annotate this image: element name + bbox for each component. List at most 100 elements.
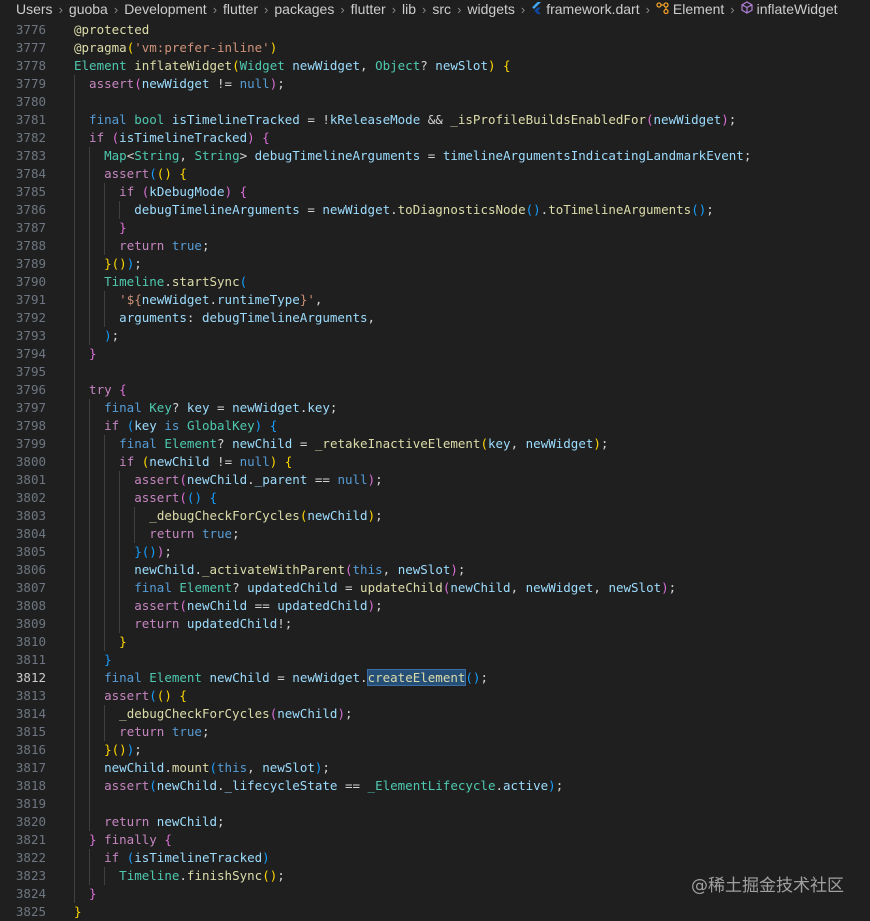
code-line[interactable]: 3811} [0,651,870,669]
indent-guide [74,777,75,795]
indent-guide [74,543,75,561]
code-line[interactable]: 3794} [0,345,870,363]
chevron-right-icon: › [391,1,397,17]
code-line[interactable]: 3778 Element inflateWidget(Widget newWidg… [0,57,870,75]
code-line[interactable]: 3784 assert(() { [0,165,870,183]
code-line[interactable]: 3815 return true; [0,723,870,741]
code-line[interactable]: 3777 @pragma('vm:prefer-inline') [0,39,870,57]
indent-guide [89,543,91,561]
breadcrumb-item[interactable]: framework.dart [531,1,640,17]
code-line[interactable]: 3822 if (isTimelineTracked) [0,849,870,867]
code-token: Object [375,58,421,73]
code-line[interactable]: 3789}()); [0,255,870,273]
code-line[interactable]: 3806 newChild._activateWithParent(this, n… [0,561,870,579]
code-token: ; [743,148,752,163]
code-line[interactable]: 3786 debugTimelineArguments = newWidget.t… [0,201,870,219]
code-token: ( [179,598,187,613]
code-line[interactable]: 3807 final Element? updatedChild = update… [0,579,870,597]
code-token: if [119,454,135,469]
code-line[interactable]: 3785 if (kDebugMode) { [0,183,870,201]
code-line[interactable]: 3818 assert(newChild._lifecycleState == _… [0,777,870,795]
breadcrumb-item[interactable]: Users [16,1,53,17]
breadcrumb-item[interactable]: Element [656,1,724,17]
code-token: newWidget [525,580,594,595]
code-line[interactable]: 3816}()); [0,741,870,759]
code-token: newWidget [322,202,391,217]
code-line[interactable]: 3813 assert(() { [0,687,870,705]
breadcrumb-item[interactable]: widgets [467,1,514,17]
code-token: ? [420,58,436,73]
code-line[interactable]: 3793); [0,327,870,345]
indent-guide [74,327,75,345]
code-token: . [194,562,202,577]
code-line[interactable]: 3791 '${newWidget.runtimeType}', [0,291,870,309]
code-token: ( [149,166,157,181]
code-line[interactable]: 3798 if (key is GlobalKey) { [0,417,870,435]
code-editor[interactable]: 3776 @protected 3777 @pragma('vm:prefer-inl… [0,21,870,921]
code-line[interactable]: 3799 final Element? newChild = _retakeIna… [0,435,870,453]
code-line[interactable]: 3808 assert(newChild == updatedChild); [0,597,870,615]
code-line[interactable]: 3821} finally { [0,831,870,849]
breadcrumb-item[interactable]: flutter [351,1,386,17]
code-line[interactable]: 3782 if (isTimelineTracked) { [0,129,870,147]
indent-guide [119,489,121,507]
code-line[interactable]: 3780 [0,93,870,111]
code-token: . [179,868,187,883]
code-line[interactable]: 3792 arguments: debugTimelineArguments, [0,309,870,327]
code-line[interactable]: 3781 final bool isTimelineTracked = !kRel… [0,111,870,129]
code-line[interactable]: 3817 newChild.mount(this, newSlot); [0,759,870,777]
code-token: null [239,76,270,91]
code-token: Widget [239,58,285,73]
code-line[interactable]: 3787} [0,219,870,237]
code-line[interactable]: 3779 assert(newWidget != null); [0,75,870,93]
code-line[interactable]: 3796 try { [0,381,870,399]
code-token: _activateWithParent [201,562,345,577]
indent-guide [74,237,75,255]
breadcrumb-item[interactable]: guoba [69,1,108,17]
code-line[interactable]: 3819 [0,795,870,813]
breadcrumb-item[interactable]: packages [274,1,334,17]
code-line[interactable]: 3810} [0,633,870,651]
code-line[interactable]: 3802 assert(() { [0,489,870,507]
code-line[interactable]: 3801 assert(newChild._parent == null); [0,471,870,489]
code-line[interactable]: 3814 _debugCheckForCycles(newChild); [0,705,870,723]
breadcrumb-item[interactable]: Development [124,1,207,17]
breadcrumb-item[interactable]: inflateWidget [741,1,838,17]
code-line[interactable]: 3790 Timeline.startSync( [0,273,870,291]
indent-guide [74,669,75,687]
code-line[interactable]: 3820 return newChild; [0,813,870,831]
code-line[interactable]: 3803 _debugCheckForCycles(newChild); [0,507,870,525]
code-line[interactable]: 3800 if (newChild != null) { [0,453,870,471]
code-token: ? [171,400,187,415]
code-text: final Element? updatedChild = updateChil… [134,579,676,597]
code-line[interactable]: 3776 @protected [0,21,870,39]
code-line[interactable]: 3795 [0,363,870,381]
chevron-right-icon: › [422,1,427,17]
code-token: key [134,418,157,433]
breadcrumb-item[interactable]: flutter [223,1,258,17]
code-text: }()); [104,255,142,273]
code-line[interactable]: 3797 final Key? key = newWidget.key; [0,399,870,417]
line-number: 3800 [15,454,46,469]
indent-guide [74,75,75,93]
code-line[interactable]: 3804 return true; [0,525,870,543]
breadcrumb-label: flutter [223,1,259,17]
line-number: 3820 [15,814,46,829]
code-line[interactable]: 3825} [0,903,870,921]
line-number: 3803 [15,508,46,523]
code-token: == [247,598,278,613]
line-number: 3812 [15,670,46,685]
breadcrumb-item[interactable]: src [432,1,451,17]
code-line[interactable]: 3812 final Element newChild = newWidget.c… [0,669,870,687]
code-token: ; [201,238,210,253]
code-line[interactable]: 3809 return updatedChild!; [0,615,870,633]
code-line[interactable]: 3788 return true; [0,237,870,255]
code-token: assert [104,778,150,793]
breadcrumb-item[interactable]: lib [402,1,416,17]
code-line[interactable]: 3805}()); [0,543,870,561]
code-token: () [156,166,180,181]
code-line[interactable]: 3783 Map<String, String> debugTimelineArg… [0,147,870,165]
